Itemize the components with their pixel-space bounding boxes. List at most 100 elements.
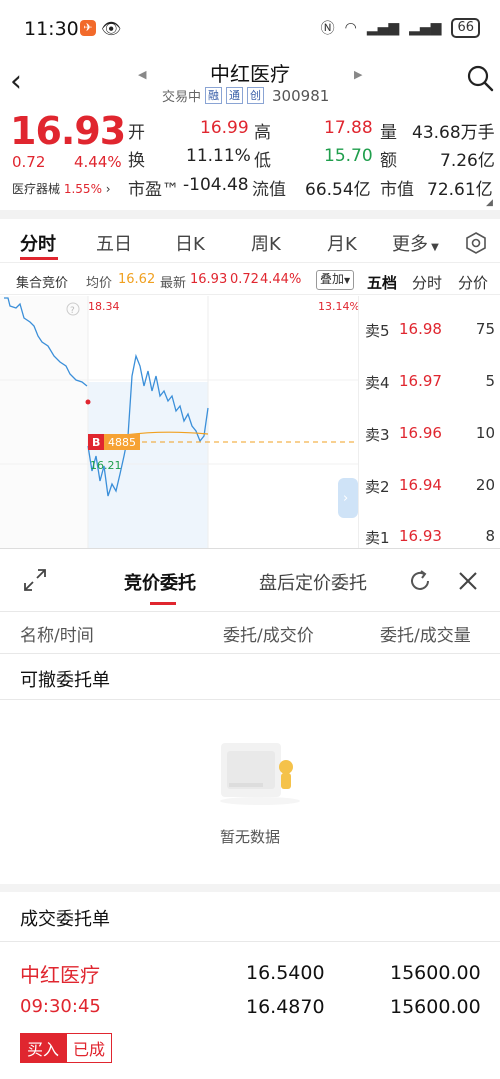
sector-pct: 1.55%	[63, 182, 102, 196]
level-label: 卖5	[365, 322, 390, 340]
level-volume: 10	[475, 424, 495, 442]
avg-label: 均价	[86, 276, 113, 291]
close-icon[interactable]	[456, 569, 480, 593]
tab-underline	[150, 602, 176, 605]
battery-icon: 66	[451, 18, 480, 38]
stat-pe-label: 市盈™	[128, 180, 179, 200]
stat-pe: -104.48	[183, 175, 249, 195]
status-icons: Ⓝ ◠ ▂▄▆ ▂▄▆ 66	[321, 18, 480, 38]
level-label: 卖1	[365, 529, 390, 547]
page-title: 中红医疗	[210, 62, 290, 86]
overlay-label: 叠加	[320, 272, 345, 286]
chart-max-price: 18.34	[88, 300, 120, 313]
col-price: 委托/成交价	[223, 626, 314, 646]
chart-low-price: 16.21	[90, 459, 122, 472]
help-icon: ?	[70, 306, 75, 316]
tab-intraday[interactable]: 分时	[20, 230, 56, 256]
orderbook-row: 卖2 16.94 20	[365, 476, 495, 497]
level-price: 16.93	[399, 527, 442, 545]
nfc-icon: Ⓝ	[320, 21, 335, 37]
chevron-right-icon: ›	[343, 491, 348, 506]
filled-orders-title: 成交委托单	[20, 909, 110, 930]
stat-high: 17.88	[324, 118, 373, 138]
stat-low-label: 低	[254, 151, 271, 171]
stat-float-cap: 66.54亿	[305, 180, 371, 200]
wifi-icon: ◠	[344, 20, 357, 36]
cancelable-orders-title: 可撤委托单	[20, 670, 110, 691]
status-badge: 已成	[66, 1033, 113, 1063]
level-price: 16.98	[399, 320, 442, 338]
stat-high-label: 高	[254, 123, 271, 143]
app-notification-icon: ✈	[80, 20, 96, 36]
last-price: 16.93	[10, 109, 126, 153]
last-chg: 0.72	[230, 272, 259, 287]
refresh-icon[interactable]	[407, 568, 433, 594]
avg-value: 16.62	[118, 272, 156, 287]
trading-status: 交易中	[162, 90, 202, 105]
divider	[0, 262, 500, 263]
stat-low: 15.70	[324, 146, 373, 166]
expand-icon[interactable]	[22, 567, 48, 593]
empty-box-icon	[220, 743, 300, 805]
expand-corner-icon[interactable]: ◢	[486, 198, 493, 208]
intraday-chart[interactable]: ? 18.34 13.14% B 4885 16.21 ›	[0, 296, 358, 548]
price-change-pct: 4.44%	[74, 153, 122, 171]
level-price: 16.94	[399, 476, 442, 494]
filled-deal-price: 16.4870	[246, 996, 325, 1018]
order-sheet: 竞价委托 盘后定价委托 名称/时间 委托/成交价 委托/成交量 可撤委托单 暂无…	[0, 548, 500, 1079]
filled-stock-name[interactable]: 中红医疗	[20, 959, 100, 988]
tab-after-hours-orders[interactable]: 盘后定价委托	[259, 569, 367, 595]
tag-margin: 融	[205, 87, 223, 104]
caret-down-icon: ▼	[428, 242, 439, 253]
buy-marker-value: 4885	[108, 436, 136, 449]
stat-turnover-label: 换	[128, 151, 145, 171]
stat-volume-label: 量	[380, 123, 397, 143]
level-volume: 5	[485, 372, 495, 390]
level-volume: 8	[485, 527, 495, 545]
filled-order-price: 16.5400	[246, 962, 325, 984]
sector-name: 医疗器械	[12, 182, 61, 196]
tab-weekly-k[interactable]: 周K	[251, 230, 281, 256]
tab-price-dist[interactable]: 分价	[458, 272, 488, 293]
signal2-icon: ▂▄▆	[409, 20, 442, 36]
stat-float-cap-label: 流值	[252, 180, 286, 200]
overlay-button[interactable]: 叠加▼	[316, 270, 355, 290]
tab-five-levels[interactable]: 五档	[367, 272, 397, 293]
level-label: 卖4	[365, 374, 390, 392]
tab-ticks[interactable]: 分时	[412, 272, 442, 293]
col-name-time: 名称/时间	[20, 626, 94, 646]
last-value: 16.93	[190, 272, 228, 287]
stat-open-label: 开	[128, 123, 145, 143]
tab-five-day[interactable]: 五日	[96, 230, 132, 256]
side-badge: 买入	[20, 1033, 67, 1063]
next-stock-icon[interactable]: ▶	[354, 68, 362, 81]
signal-icon: ▂▄▆	[366, 20, 400, 36]
filled-badges: 买入 已成	[20, 1033, 113, 1063]
divider	[0, 294, 500, 295]
level-label: 卖2	[365, 478, 390, 496]
tab-daily-k[interactable]: 日K	[175, 230, 205, 256]
stock-subtitle: 交易中 融 通 创 300981	[162, 86, 329, 106]
auction-label[interactable]: 集合竞价	[16, 272, 68, 291]
divider	[0, 210, 500, 219]
filled-deal-qty: 15600.00	[390, 996, 481, 1018]
tab-monthly-k[interactable]: 月K	[327, 230, 357, 256]
last-pct: 4.44%	[260, 272, 302, 287]
orderbook-row: 卖1 16.93 8	[365, 527, 495, 548]
orderbook-row: 卖3 16.96 10	[365, 424, 495, 445]
chart-max-pct: 13.14%	[318, 300, 358, 313]
prev-stock-icon[interactable]: ◀	[138, 68, 146, 81]
buy-marker-label: B	[92, 436, 100, 449]
sector-link[interactable]: 医疗器械 1.55% ›	[12, 180, 111, 197]
settings-icon[interactable]	[464, 231, 488, 255]
tab-auction-orders[interactable]: 竞价委托	[124, 569, 196, 595]
filled-time: 09:30:45	[20, 996, 101, 1017]
tab-more[interactable]: 更多 ▼	[392, 230, 439, 256]
caret-down-icon: ▼	[344, 276, 351, 285]
chevron-right-icon: ›	[105, 182, 111, 196]
stat-mkt-cap: 72.61亿	[427, 180, 493, 200]
search-icon[interactable]	[466, 64, 494, 92]
divider	[0, 884, 500, 892]
stat-open: 16.99	[200, 118, 249, 138]
level-price: 16.97	[399, 372, 442, 390]
